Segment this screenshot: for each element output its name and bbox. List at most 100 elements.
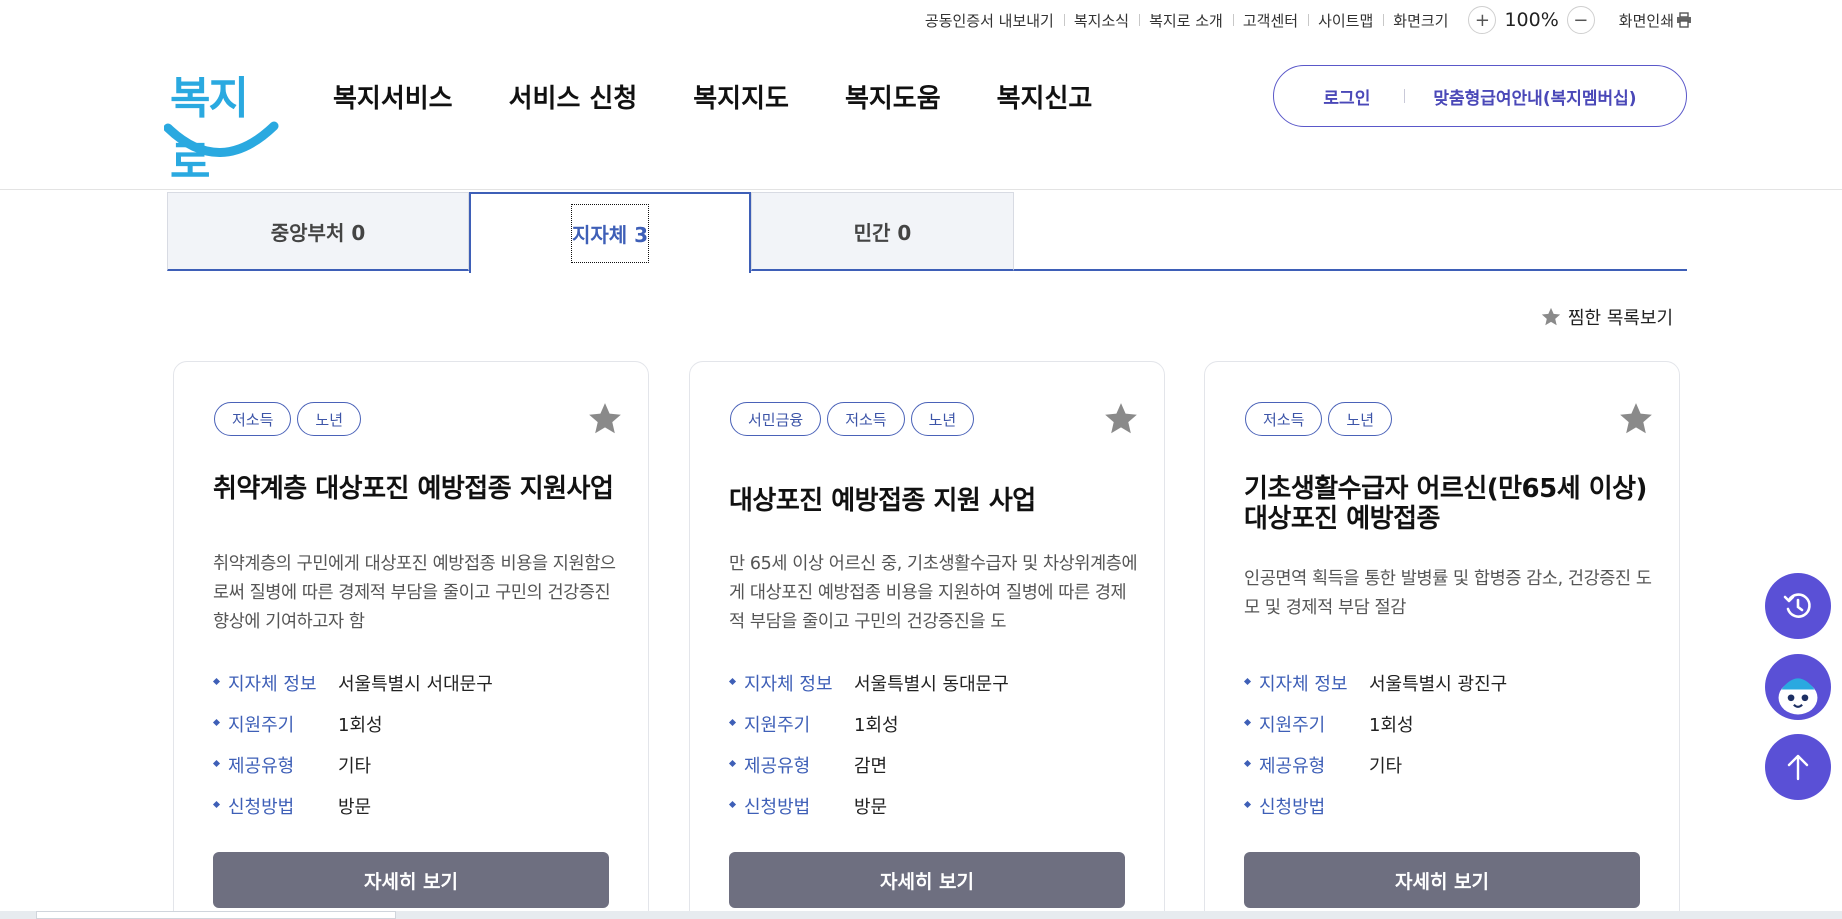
tag[interactable]: 노년 (910, 402, 975, 436)
card-title[interactable]: 대상포진 예방접종 지원 사업 (729, 486, 1139, 516)
category-tabs: 중앙부처 0 지자체 3 민간 0 (167, 192, 1687, 273)
info-value: 기타 (338, 755, 372, 777)
zoom-out-button[interactable]: − (1566, 6, 1595, 34)
info-value: 감면 (854, 755, 888, 777)
tag-list: 저소득 노년 (1245, 402, 1393, 436)
info-row-method: 신청방법 방문 (212, 785, 493, 826)
info-value: 방문 (338, 796, 372, 818)
chatbot-icon (1778, 678, 1818, 715)
favorites-list-link[interactable]: 찜한 목록보기 (1540, 304, 1673, 330)
info-key: 신청방법 (1243, 793, 1369, 819)
custom-benefit-link[interactable]: 맞춤형급여안내(복지멤버십) (1405, 84, 1636, 109)
info-key: 지원주기 (1243, 711, 1369, 737)
nav-service-apply[interactable]: 서비스 신청 (509, 78, 638, 115)
info-value: 방문 (854, 796, 888, 818)
card-info: 지자체 정보 서울특별시 동대문구 지원주기 1회성 제공유형 감면 신청방법 방문 (728, 662, 1009, 826)
service-card: 저소득 노년 취약계층 대상포진 예방접종 지원사업 취약계층의 구민에게 대상… (173, 361, 649, 919)
card-title[interactable]: 기초생활수급자 어르신(만65세 이상) 대상포진 예방접종 (1244, 474, 1654, 534)
info-row-method: 신청방법 방문 (728, 785, 1009, 826)
tag[interactable]: 저소득 (827, 402, 905, 436)
info-key: 신청방법 (728, 793, 854, 819)
info-value: 서울특별시 서대문구 (338, 673, 493, 695)
util-link-cert-export[interactable]: 공동인증서 내보내기 (915, 10, 1064, 31)
login-link[interactable]: 로그인 (1323, 84, 1404, 109)
utility-bar: 공동인증서 내보내기 복지소식 복지로 소개 고객센터 사이트맵 화면크기 + … (915, 0, 1692, 40)
info-value: 서울특별시 동대문구 (854, 673, 1009, 695)
info-key: 제공유형 (1243, 752, 1369, 778)
main-nav: 복지서비스 서비스 신청 복지지도 복지도움 복지신고 (333, 78, 1092, 115)
tab-private[interactable]: 민간 0 (751, 192, 1014, 271)
print-button[interactable]: 화면인쇄 (1605, 10, 1692, 31)
info-value: 기타 (1369, 755, 1403, 777)
util-label-screen-size: 화면크기 (1383, 10, 1458, 31)
chatbot-button[interactable] (1765, 654, 1831, 720)
tag[interactable]: 노년 (1328, 402, 1393, 436)
info-value: 서울특별시 광진구 (1369, 673, 1508, 695)
card-description: 만 65세 이상 어르신 중, 기초생활수급자 및 차상위계층에게 대상포진 예… (729, 554, 1138, 632)
nav-welfare-service[interactable]: 복지서비스 (333, 78, 453, 115)
zoom-control: + 100% − (1458, 6, 1604, 34)
info-key: 신청방법 (212, 793, 338, 819)
tag[interactable]: 저소득 (214, 402, 292, 436)
recent-history-button[interactable] (1765, 573, 1831, 639)
member-box: 로그인 맞춤형급여안내(복지멤버십) (1273, 65, 1687, 127)
info-row-local-gov: 지자체 정보 서울특별시 광진구 (1243, 662, 1507, 703)
info-key: 지자체 정보 (728, 670, 854, 696)
info-row-local-gov: 지자체 정보 서울특별시 서대문구 (212, 662, 493, 703)
card-description: 인공면역 획득을 통한 발병률 및 합병증 감소, 건강증진 도모 및 경제적 … (1244, 569, 1652, 618)
info-key: 제공유형 (212, 752, 338, 778)
nav-welfare-map[interactable]: 복지지도 (693, 78, 789, 115)
logo[interactable]: 복지로 (164, 62, 279, 188)
tag[interactable]: 노년 (297, 402, 362, 436)
info-row-cycle: 지원주기 1회성 (1243, 703, 1507, 744)
tab-label: 민간 0 (853, 220, 912, 245)
detail-button[interactable]: 자세히 보기 (1244, 852, 1640, 908)
info-key: 제공유형 (728, 752, 854, 778)
history-icon (1783, 593, 1811, 618)
info-row-cycle: 지원주기 1회성 (728, 703, 1009, 744)
zoom-in-button[interactable]: + (1468, 6, 1497, 34)
tab-central-ministry[interactable]: 중앙부처 0 (167, 192, 469, 271)
util-link-sitemap[interactable]: 사이트맵 (1308, 10, 1383, 31)
service-card: 서민금융 저소득 노년 대상포진 예방접종 지원 사업 만 65세 이상 어르신… (689, 361, 1165, 919)
tab-underline (1014, 269, 1687, 271)
header: 복지로 복지서비스 서비스 신청 복지지도 복지도움 복지신고 로그인 맞춤형급… (0, 40, 1842, 190)
tab-label: 지자체 3 (570, 204, 650, 263)
util-link-customer-center[interactable]: 고객센터 (1232, 10, 1308, 31)
favorites-list-label: 찜한 목록보기 (1568, 308, 1674, 329)
print-icon (1677, 12, 1691, 28)
star-icon[interactable] (1102, 400, 1140, 438)
scroll-top-button[interactable] (1765, 734, 1831, 800)
tag-list: 서민금융 저소득 노년 (730, 402, 975, 436)
info-key: 지자체 정보 (212, 670, 338, 696)
info-row-type: 제공유형 감면 (728, 744, 1009, 785)
card-title[interactable]: 취약계층 대상포진 예방접종 지원사업 (213, 474, 623, 504)
card-info: 지자체 정보 서울특별시 광진구 지원주기 1회성 제공유형 기타 신청방법 (1243, 662, 1507, 826)
info-row-type: 제공유형 기타 (212, 744, 493, 785)
info-row-type: 제공유형 기타 (1243, 744, 1507, 785)
info-row-method: 신청방법 (1243, 785, 1507, 826)
info-value: 1회성 (1369, 714, 1414, 736)
star-icon (1541, 307, 1561, 326)
star-icon[interactable] (1617, 400, 1655, 438)
detail-button[interactable]: 자세히 보기 (213, 852, 609, 908)
bottom-panel (36, 911, 396, 919)
card-description: 취약계층의 구민에게 대상포진 예방접종 비용을 지원함으로써 질병에 따른 경… (213, 554, 616, 632)
info-key: 지원주기 (212, 711, 338, 737)
util-link-about[interactable]: 복지로 소개 (1139, 10, 1233, 31)
tag[interactable]: 저소득 (1245, 402, 1323, 436)
util-link-news[interactable]: 복지소식 (1063, 10, 1139, 31)
star-icon[interactable] (586, 400, 624, 438)
service-card: 저소득 노년 기초생활수급자 어르신(만65세 이상) 대상포진 예방접종 인공… (1204, 361, 1680, 919)
info-key: 지자체 정보 (1243, 670, 1369, 696)
nav-welfare-help[interactable]: 복지도움 (845, 78, 941, 115)
nav-welfare-report[interactable]: 복지신고 (997, 78, 1093, 115)
detail-button[interactable]: 자세히 보기 (729, 852, 1125, 908)
logo-smile-icon (164, 121, 279, 157)
card-info: 지자체 정보 서울특별시 서대문구 지원주기 1회성 제공유형 기타 신청방법 방문 (212, 662, 493, 826)
tab-label: 중앙부처 0 (270, 220, 366, 245)
tag-list: 저소득 노년 (214, 402, 362, 436)
tab-local-government[interactable]: 지자체 3 (469, 192, 751, 273)
info-key: 지원주기 (728, 711, 854, 737)
tag[interactable]: 서민금융 (730, 402, 822, 436)
